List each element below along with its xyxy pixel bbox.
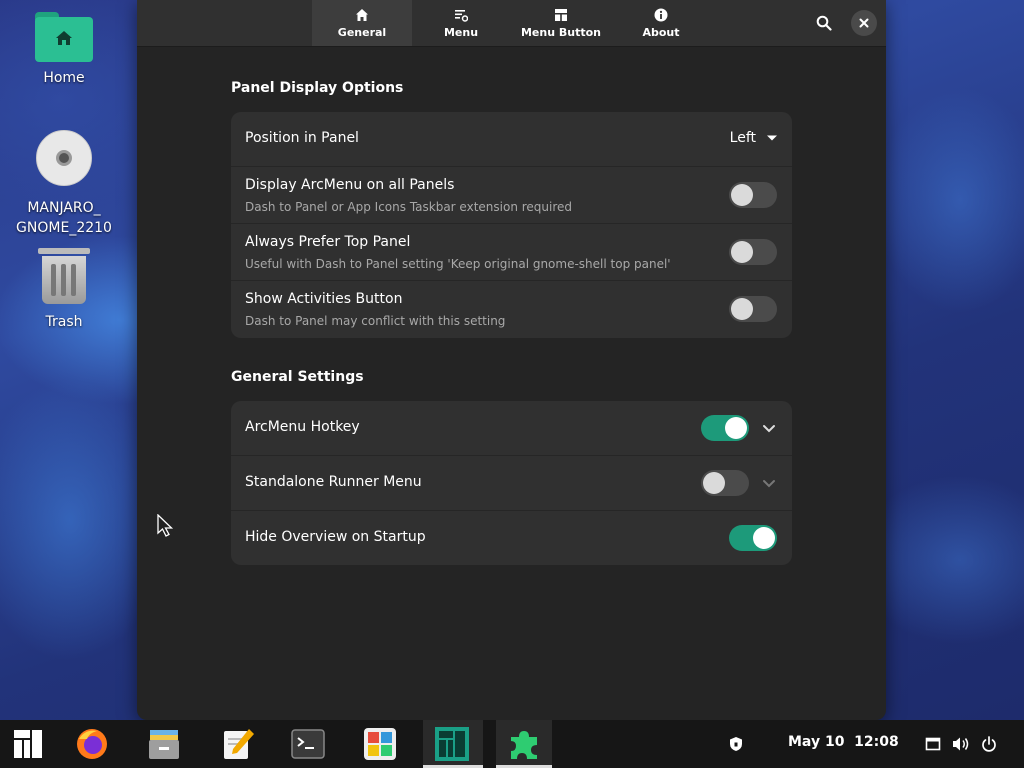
taskbar-manjaro-hello[interactable] xyxy=(432,726,472,762)
taskbar-files[interactable] xyxy=(144,726,184,762)
power-indicator[interactable] xyxy=(979,734,999,754)
row-title: Standalone Runner Menu xyxy=(245,474,422,490)
prefer-top-panel-row: Always Prefer Top Panel Useful with Dash… xyxy=(231,224,792,281)
taskbar-software[interactable] xyxy=(360,726,400,762)
hide-overview-switch[interactable] xyxy=(729,525,777,551)
display-on-all-panels-row: Display ArcMenu on all Panels Dash to Pa… xyxy=(231,167,792,224)
chevron-down-icon[interactable] xyxy=(761,475,777,491)
extensions-icon xyxy=(511,731,537,759)
tab-label: Menu xyxy=(443,25,479,39)
close-icon xyxy=(859,18,869,28)
search-icon xyxy=(816,15,832,31)
text-editor-icon xyxy=(224,729,254,759)
row-subtitle: Dash to Panel or App Icons Taskbar exten… xyxy=(245,200,573,214)
manjaro-hello-icon xyxy=(435,727,469,761)
mouse-cursor-icon xyxy=(157,514,174,537)
taskbar: May 10 12:08 xyxy=(0,720,1024,768)
taskbar-terminal[interactable] xyxy=(288,726,328,762)
dropdown-arrow-icon xyxy=(767,135,777,141)
tab-label: About xyxy=(642,25,680,39)
desktop-icon-home[interactable]: Home xyxy=(9,12,119,88)
close-button[interactable] xyxy=(851,10,877,36)
security-indicator[interactable] xyxy=(726,734,746,754)
show-activities-button-switch[interactable] xyxy=(729,296,777,322)
optical-disc-icon xyxy=(36,130,92,186)
row-title: Always Prefer Top Panel xyxy=(245,234,411,250)
layout-icon xyxy=(555,8,567,21)
tab-menu-button[interactable]: Menu Button xyxy=(511,0,611,46)
position-value: Left xyxy=(729,130,756,146)
row-title: Display ArcMenu on all Panels xyxy=(245,177,455,193)
show-activities-button-row: Show Activities Button Dash to Panel may… xyxy=(231,281,792,338)
position-dropdown[interactable]: Left xyxy=(730,130,778,146)
app-menu-button[interactable] xyxy=(8,726,48,762)
row-title: Hide Overview on Startup xyxy=(245,529,426,545)
general-settings-card: ArcMenu Hotkey Standalone Runner Menu Hi… xyxy=(231,401,792,565)
files-icon xyxy=(149,730,179,759)
arcmenu-hotkey-switch[interactable] xyxy=(701,415,749,441)
row-title: Position in Panel xyxy=(245,130,359,146)
desktop-icon-disc[interactable]: MANJARO_ GNOME_2210 xyxy=(9,130,119,238)
power-icon xyxy=(982,736,996,752)
home-folder-icon xyxy=(35,12,93,62)
volume-icon xyxy=(953,737,969,751)
tab-label: General xyxy=(337,25,387,39)
trash-icon xyxy=(38,246,90,306)
standalone-runner-switch[interactable] xyxy=(701,470,749,496)
panel-display-card: Position in Panel Left Display ArcMenu o… xyxy=(231,112,792,338)
taskbar-text-editor[interactable] xyxy=(218,726,258,762)
taskbar-firefox[interactable] xyxy=(72,726,112,762)
row-title: Show Activities Button xyxy=(245,291,403,307)
terminal-icon xyxy=(291,729,325,759)
section-title-general-settings: General Settings xyxy=(231,369,364,385)
info-icon xyxy=(654,8,668,21)
arcmenu-settings-window: General Menu Menu Button About Panel Dis… xyxy=(137,0,886,720)
clock[interactable]: May 10 12:08 xyxy=(788,734,899,750)
standalone-runner-row[interactable]: Standalone Runner Menu xyxy=(231,456,792,511)
hide-overview-row: Hide Overview on Startup xyxy=(231,511,792,565)
desktop-icon-label: Home xyxy=(43,70,85,86)
prefer-top-panel-switch[interactable] xyxy=(729,239,777,265)
taskbar-extensions[interactable] xyxy=(504,726,544,762)
security-icon xyxy=(730,737,742,751)
manjaro-logo-icon xyxy=(14,730,42,758)
firefox-icon xyxy=(77,729,107,759)
row-subtitle: Dash to Panel may conflict with this set… xyxy=(245,314,506,328)
display-on-all-panels-switch[interactable] xyxy=(729,182,777,208)
arcmenu-hotkey-row[interactable]: ArcMenu Hotkey xyxy=(231,401,792,456)
home-icon xyxy=(356,8,368,21)
network-indicator[interactable] xyxy=(923,734,943,754)
row-subtitle: Useful with Dash to Panel setting 'Keep … xyxy=(245,257,671,271)
desktop-icon-label: MANJARO_ GNOME_2210 xyxy=(16,200,112,236)
section-title-panel-display: Panel Display Options xyxy=(231,80,404,96)
position-in-panel-row[interactable]: Position in Panel Left xyxy=(231,112,792,167)
tab-general[interactable]: General xyxy=(312,0,412,46)
desktop-icon-label: Trash xyxy=(45,314,83,330)
menu-settings-icon xyxy=(455,9,468,22)
network-icon xyxy=(925,737,941,751)
tab-label: Menu Button xyxy=(520,25,602,39)
desktop-icon-trash[interactable]: Trash xyxy=(9,246,119,332)
chevron-down-icon[interactable] xyxy=(761,420,777,436)
row-title: ArcMenu Hotkey xyxy=(245,419,360,435)
software-icon xyxy=(364,728,396,760)
tab-menu[interactable]: Menu xyxy=(411,0,511,46)
header-bar: General Menu Menu Button About xyxy=(137,0,886,47)
search-button[interactable] xyxy=(811,10,837,36)
volume-indicator[interactable] xyxy=(951,734,971,754)
tab-about[interactable]: About xyxy=(611,0,711,46)
